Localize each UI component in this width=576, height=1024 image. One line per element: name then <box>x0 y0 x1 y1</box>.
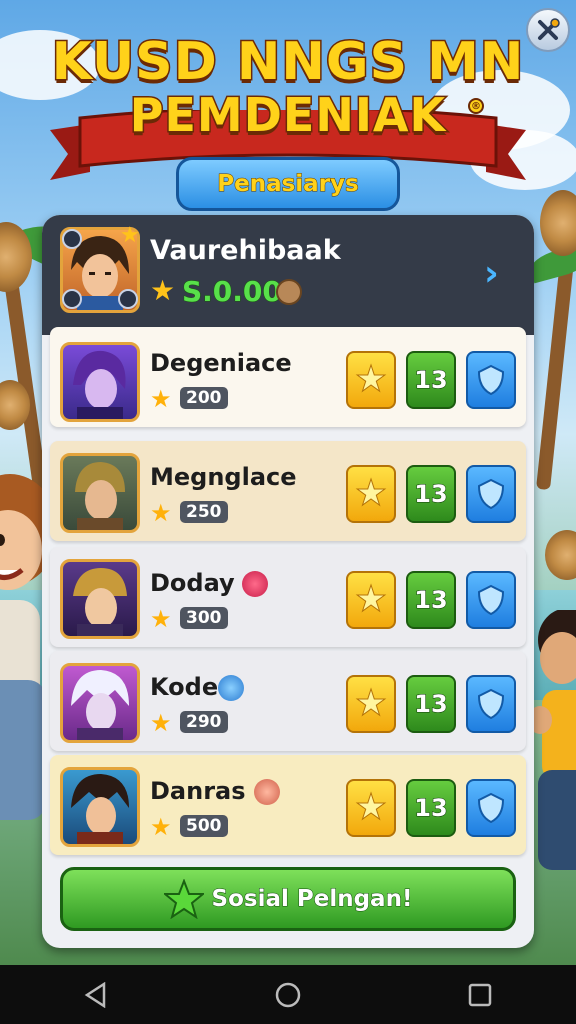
nav-recents-button[interactable] <box>450 975 510 1015</box>
shield-button[interactable] <box>466 351 516 409</box>
count-button[interactable]: 13 <box>406 571 456 629</box>
star-icon <box>163 879 204 919</box>
row-name: Danras <box>150 777 246 805</box>
row-score: 290 <box>180 711 228 733</box>
background-character-right <box>528 610 576 870</box>
avatar <box>60 767 140 847</box>
shield-icon <box>477 478 505 510</box>
list-item[interactable]: Doday ★ 300 ★ 13 <box>50 547 526 647</box>
star-button[interactable]: ★ <box>346 465 396 523</box>
chevron-right-icon[interactable]: › <box>484 253 499 294</box>
row-name: Degeniace <box>150 349 292 377</box>
star-icon: ★ <box>150 499 172 527</box>
count-button[interactable]: 13 <box>406 351 456 409</box>
row-score: 500 <box>180 815 228 837</box>
shield-icon <box>477 584 505 616</box>
star-icon: ★ <box>150 709 172 737</box>
star-icon: ★ <box>354 473 388 514</box>
star-icon: ★ <box>354 359 388 400</box>
tab-penasiarys[interactable]: Penasiarys <box>176 157 400 211</box>
back-icon <box>84 981 106 1008</box>
blue-creature-icon <box>218 675 244 701</box>
list-item[interactable]: Kode ★ 290 ★ 13 <box>50 651 526 751</box>
row-name: Doday <box>150 569 235 597</box>
home-icon <box>275 982 301 1007</box>
row-name: Megnglace <box>150 463 297 491</box>
player-badge-level <box>118 289 138 309</box>
star-icon: ★ <box>150 385 172 413</box>
nav-back-button[interactable] <box>66 975 126 1015</box>
game-title-line-1: KUSD NNGS MN <box>50 31 525 94</box>
cta-label: Sosial Pelngan! <box>211 886 413 913</box>
shield-button[interactable] <box>466 465 516 523</box>
shield-icon <box>477 688 505 720</box>
avatar <box>60 342 140 422</box>
count-button[interactable]: 13 <box>406 675 456 733</box>
star-icon: ★ <box>354 683 388 724</box>
star-icon: ★ <box>354 579 388 620</box>
grumpy-face-icon <box>254 779 280 805</box>
count-button[interactable]: 13 <box>406 465 456 523</box>
player-crown-star-icon: ★ <box>120 223 140 248</box>
avatar <box>60 453 140 533</box>
shield-icon <box>477 364 505 396</box>
star-button[interactable]: ★ <box>346 779 396 837</box>
row-score: 300 <box>180 607 228 629</box>
angry-face-icon <box>242 571 268 597</box>
row-name: Kode <box>150 673 219 701</box>
shield-button[interactable] <box>466 675 516 733</box>
avatar <box>60 663 140 743</box>
avatar <box>60 559 140 639</box>
game-title-line-2: PEMDENIAK <box>128 87 447 144</box>
player-score: S.0.00 <box>182 275 283 309</box>
star-icon: ★ <box>150 813 172 841</box>
row-score: 250 <box>180 501 228 523</box>
player-header[interactable]: ★ Vaurehibaak ★ S.0.00 › <box>42 215 534 335</box>
star-button[interactable]: ★ <box>346 675 396 733</box>
count-button[interactable]: 13 <box>406 779 456 837</box>
player-badge-bottom <box>62 289 82 309</box>
social-cta-button[interactable]: Sosial Pelngan! <box>60 867 516 931</box>
row-score: 200 <box>180 387 228 409</box>
system-nav-bar <box>0 965 576 1024</box>
list-item[interactable]: Megnglace ★ 250 ★ 13 <box>50 441 526 541</box>
shield-icon <box>477 792 505 824</box>
critter-icon <box>276 279 302 305</box>
registered-mark: ® <box>468 98 484 114</box>
star-icon: ★ <box>150 274 176 307</box>
player-name: Vaurehibaak <box>150 235 341 266</box>
list-item[interactable]: Danras ★ 500 ★ 13 <box>50 755 526 855</box>
star-button[interactable]: ★ <box>346 571 396 629</box>
shield-button[interactable] <box>466 779 516 837</box>
nav-home-button[interactable] <box>258 975 318 1015</box>
star-icon: ★ <box>150 605 172 633</box>
close-tools-icon <box>538 18 560 40</box>
tab-label: Penasiarys <box>217 171 359 198</box>
star-icon: ★ <box>354 787 388 828</box>
star-button[interactable]: ★ <box>346 351 396 409</box>
recents-icon <box>468 983 492 1006</box>
shield-button[interactable] <box>466 571 516 629</box>
leaderboard-panel: ★ Vaurehibaak ★ S.0.00 › Degeniace ★ 200… <box>42 215 534 948</box>
list-item[interactable]: Degeniace ★ 200 ★ 13 <box>50 327 526 427</box>
player-badge-top <box>62 229 82 249</box>
